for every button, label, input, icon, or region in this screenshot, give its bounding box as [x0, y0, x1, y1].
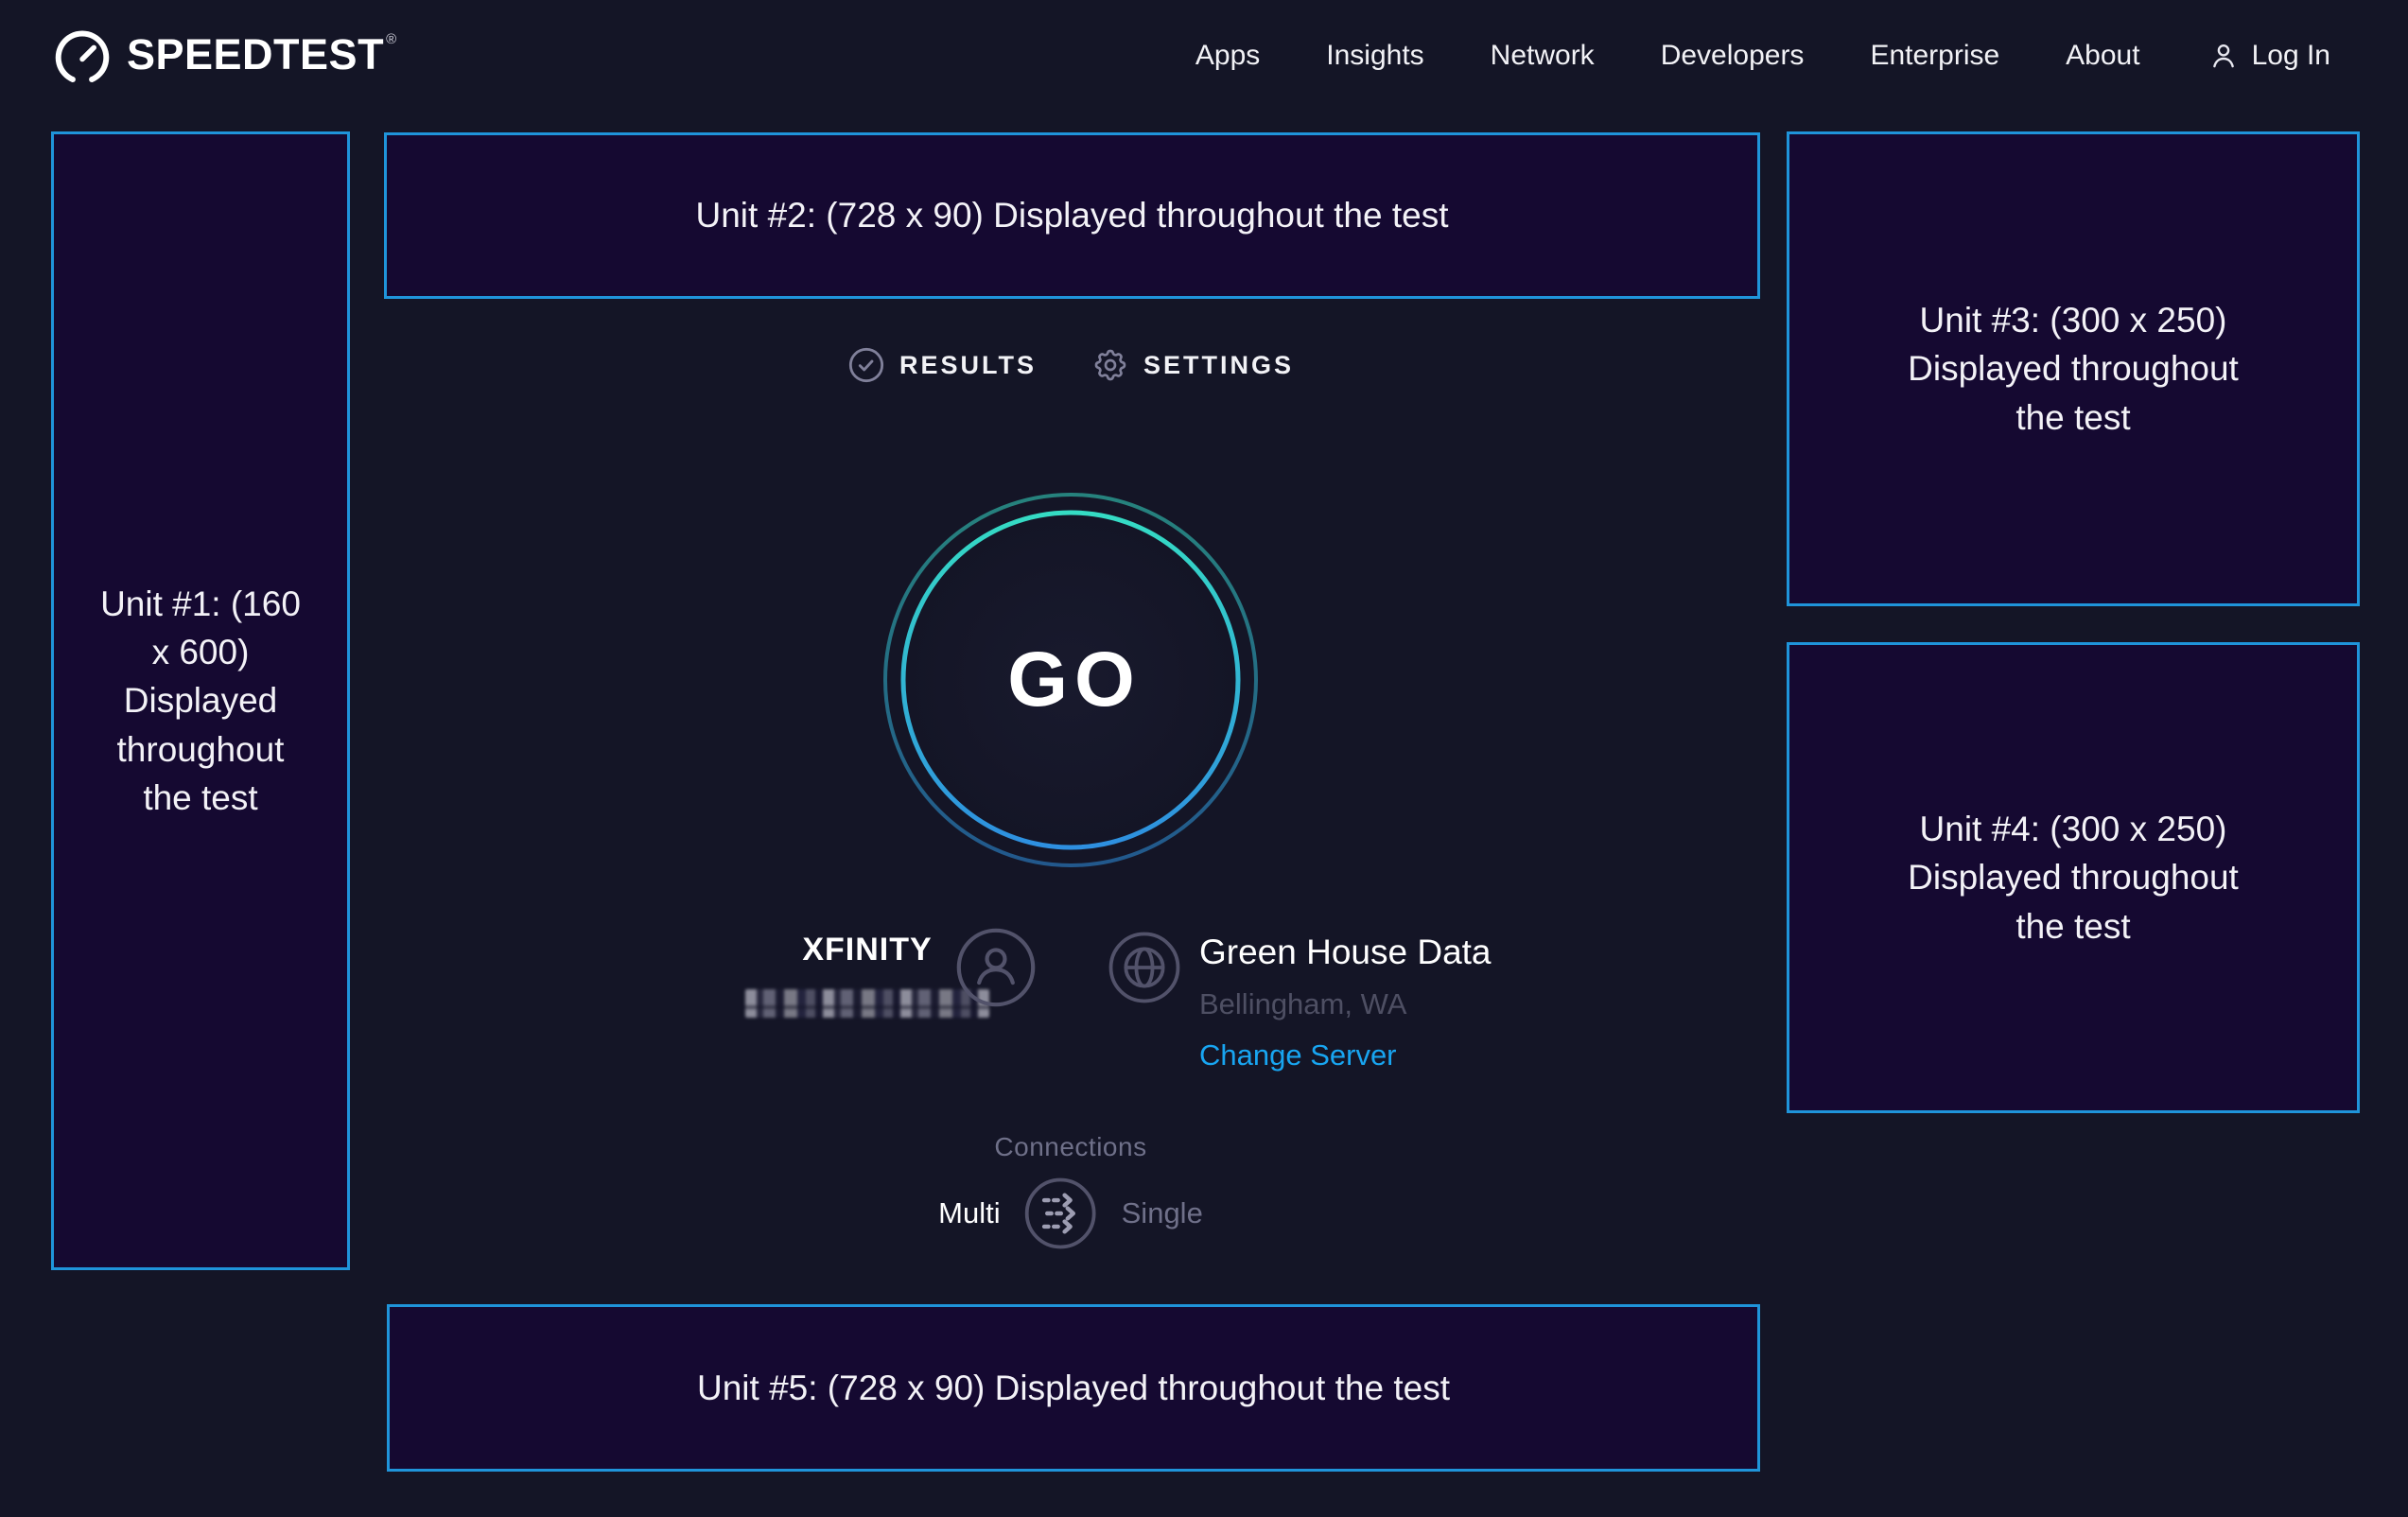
server-name: Green House Data: [1199, 933, 1492, 972]
tab-settings[interactable]: SETTINGS: [1091, 346, 1294, 384]
speedometer-icon: [53, 27, 112, 86]
avatar-icon: [956, 928, 1036, 1007]
nav-item-developers[interactable]: Developers: [1661, 40, 1805, 72]
nav-item-about[interactable]: About: [2066, 40, 2139, 72]
isp-name: XFINITY: [802, 932, 932, 968]
nav-menu: Apps Insights Network Developers Enterpr…: [1195, 39, 2330, 73]
nav-item-insights[interactable]: Insights: [1326, 40, 1423, 72]
ad-unit-4[interactable]: Unit #4: (300 x 250) Displayed throughou…: [1787, 642, 2360, 1113]
ad-unit-1-text: Unit #1: (160 x 600) Displayed throughou…: [97, 580, 304, 821]
connections-multi-label[interactable]: Multi: [938, 1196, 1000, 1230]
ad-unit-3-text: Unit #3: (300 x 250) Displayed throughou…: [1884, 296, 2262, 441]
ad-unit-2[interactable]: Unit #2: (728 x 90) Displayed throughout…: [384, 132, 1760, 299]
brand-name: SPEEDTEST: [127, 30, 384, 78]
results-settings-tabs: RESULTS SETTINGS: [847, 346, 1294, 384]
nav-item-apps[interactable]: Apps: [1195, 40, 1260, 72]
ad-unit-4-text: Unit #4: (300 x 250) Displayed throughou…: [1884, 805, 2262, 950]
tab-results-label: RESULTS: [899, 351, 1037, 380]
ad-unit-5-text: Unit #5: (728 x 90) Displayed throughout…: [697, 1364, 1450, 1412]
change-server-link[interactable]: Change Server: [1199, 1038, 1397, 1072]
server-block: Green House Data Bellingham, WA Change S…: [1199, 933, 1492, 1072]
go-button-label: GO: [877, 486, 1265, 874]
user-icon: [2207, 39, 2241, 73]
login-label: Log In: [2252, 40, 2330, 72]
redacted-ip: [745, 989, 989, 1018]
connections-toggle-row: Multi Single: [938, 1177, 1203, 1249]
trademark-mark: ®: [386, 31, 396, 47]
ad-unit-2-text: Unit #2: (728 x 90) Displayed throughout…: [696, 191, 1449, 239]
ad-unit-1[interactable]: Unit #1: (160 x 600) Displayed throughou…: [51, 131, 350, 1270]
server-location: Bellingham, WA: [1199, 987, 1406, 1021]
connections-single-label[interactable]: Single: [1122, 1196, 1203, 1230]
nav-item-network[interactable]: Network: [1491, 40, 1595, 72]
multi-connection-icon: [1025, 1177, 1097, 1249]
login-button[interactable]: Log In: [2207, 39, 2330, 73]
isp-block: XFINITY: [745, 932, 989, 1018]
connections-label: Connections: [994, 1132, 1146, 1162]
tab-results[interactable]: RESULTS: [847, 346, 1037, 384]
speedtest-page: SPEEDTEST® Apps Insights Network Develop…: [0, 0, 2408, 1517]
globe-icon: [1108, 932, 1180, 1003]
gear-icon: [1091, 346, 1129, 384]
tab-settings-label: SETTINGS: [1143, 351, 1294, 380]
ad-unit-5[interactable]: Unit #5: (728 x 90) Displayed throughout…: [387, 1304, 1760, 1472]
speedtest-logo[interactable]: SPEEDTEST®: [53, 26, 396, 86]
go-button[interactable]: GO: [877, 486, 1265, 874]
top-nav-bar: SPEEDTEST® Apps Insights Network Develop…: [0, 0, 2408, 112]
check-circle-icon: [847, 346, 885, 384]
connections-toggle[interactable]: [1025, 1177, 1097, 1249]
ad-unit-3[interactable]: Unit #3: (300 x 250) Displayed throughou…: [1787, 131, 2360, 606]
nav-item-enterprise[interactable]: Enterprise: [1870, 40, 1999, 72]
